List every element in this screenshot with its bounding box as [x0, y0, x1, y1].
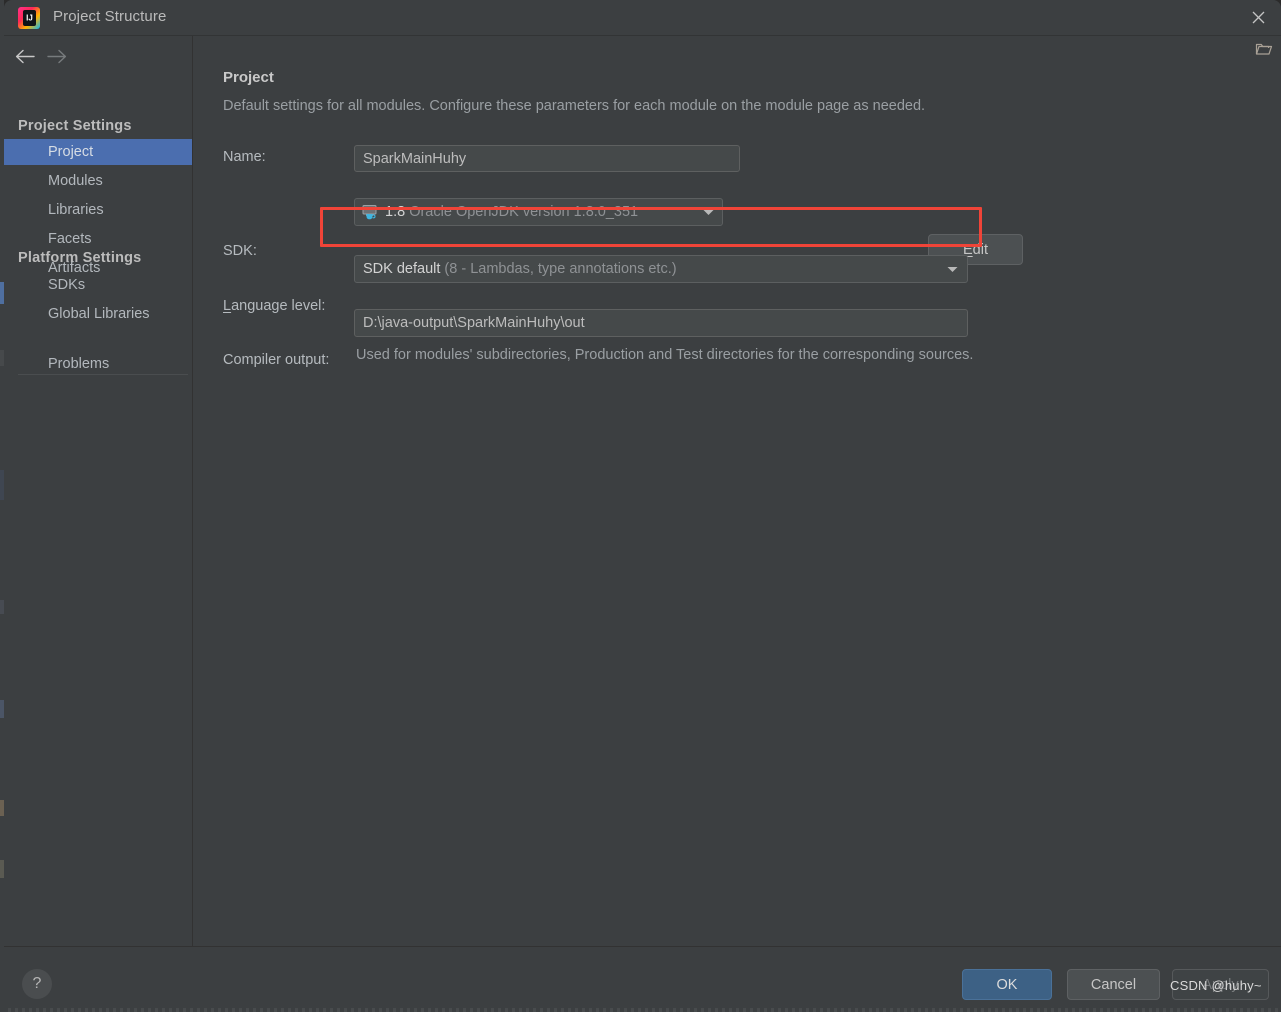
page-title: Project: [223, 69, 274, 86]
window-title: Project Structure: [53, 8, 167, 25]
window-edge-sliver: [0, 0, 4, 1012]
sdk-select[interactable]: 1.8 Oracle OpenJDK version 1.8.0_351: [354, 198, 723, 226]
language-level-detail: (8 - Lambdas, type annotations etc.): [444, 261, 677, 277]
name-label: Name:: [223, 149, 266, 165]
arrow-left-icon[interactable]: [12, 45, 38, 67]
navigation-arrows: [4, 36, 192, 74]
sidebar-group-project-settings: Project Settings: [18, 118, 132, 134]
settings-sidebar: Project Settings Project Modules Librari…: [4, 36, 192, 946]
chevron-down-icon[interactable]: [703, 199, 714, 225]
edit-button-label-rest: dit: [972, 241, 988, 258]
watermark-text: CSDN @huhy~: [1170, 978, 1262, 993]
title-bar: IJ Project Structure: [4, 0, 1281, 36]
sdk-description-text: Oracle OpenJDK version 1.8.0_351: [409, 204, 639, 220]
sidebar-item-modules[interactable]: Modules: [4, 168, 192, 194]
name-input[interactable]: SparkMainHuhy: [354, 145, 740, 172]
arrow-right-icon[interactable]: [44, 45, 70, 67]
jdk-icon: [362, 204, 379, 220]
project-structure-dialog: IJ Project Structure Project Settings Pr…: [4, 0, 1281, 1012]
language-level-label-rest: anguage level:: [231, 298, 326, 314]
compiler-output-input[interactable]: D:\java-output\SparkMainHuhy\out: [354, 309, 968, 337]
language-level-mnemonic: L: [223, 298, 232, 314]
language-level-label: Language level:: [223, 298, 325, 314]
language-level-value: SDK default: [363, 261, 441, 277]
page-description: Default settings for all modules. Config…: [223, 98, 926, 114]
compiler-output-label: Compiler output:: [223, 352, 330, 368]
ok-button[interactable]: OK: [962, 969, 1052, 1000]
compiler-output-hint: Used for modules' subdirectories, Produc…: [356, 347, 974, 363]
cancel-button[interactable]: Cancel: [1067, 969, 1160, 1000]
folder-icon[interactable]: [1255, 41, 1273, 57]
sidebar-item-sdks[interactable]: SDKs: [4, 272, 192, 298]
sidebar-item-libraries[interactable]: Libraries: [4, 197, 192, 223]
sidebar-item-project[interactable]: Project: [4, 139, 192, 165]
svg-text:IJ: IJ: [26, 14, 33, 23]
close-icon[interactable]: [1235, 0, 1281, 35]
dialog-footer: ? OK Cancel Apply: [4, 947, 1281, 1012]
sdk-label: SDK:: [223, 243, 257, 259]
intellij-idea-logo-icon: IJ: [18, 7, 40, 29]
sidebar-item-problems[interactable]: Problems: [4, 351, 192, 377]
chevron-down-icon[interactable]: [947, 256, 958, 282]
sidebar-item-facets[interactable]: Facets: [4, 226, 192, 252]
project-settings-panel: Project Default settings for all modules…: [193, 36, 1281, 946]
sidebar-item-global-libraries[interactable]: Global Libraries: [4, 301, 192, 327]
bottom-edge-artifact: [8, 1008, 1281, 1012]
sidebar-group-platform-settings: Platform Settings: [18, 250, 142, 266]
language-level-select[interactable]: SDK default (8 - Lambdas, type annotatio…: [354, 255, 968, 283]
sdk-version-text: 1.8: [385, 204, 406, 220]
help-icon[interactable]: ?: [22, 969, 52, 999]
